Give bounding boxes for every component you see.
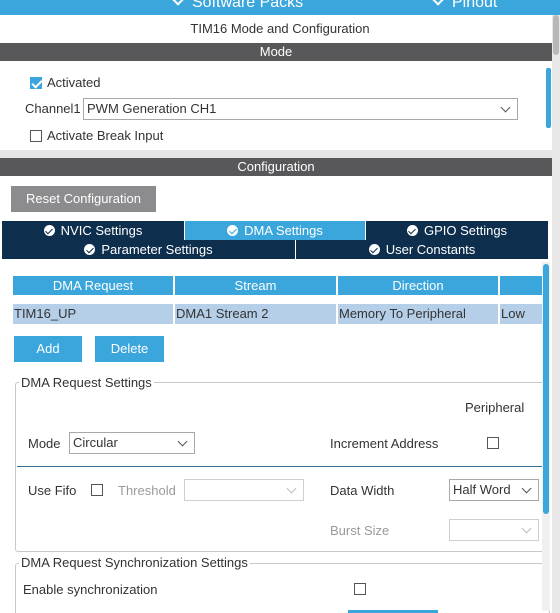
chevron-down-icon [177,436,188,447]
chevron-down-icon [521,483,532,494]
check-circle-icon [227,225,239,236]
mode-section-header: Mode [0,43,552,61]
mode-label: Mode [28,436,61,451]
tab-gpio-settings-label: GPIO Settings [423,223,508,238]
settings-divider [17,466,545,467]
config-scrollbar-thumb[interactable] [543,264,549,514]
check-circle-icon [84,244,96,255]
mode-panel: Activated Channel1 PWM Generation CH1 Ac… [0,61,552,150]
activate-break-input-label: Activate Break Input [47,128,164,143]
tab-user-constants-label: User Constants [385,242,476,257]
page-scrollbar[interactable] [552,15,560,613]
config-tabs-row-1: NVIC Settings DMA Settings GPIO Settings [2,221,548,240]
dma-sync-settings-legend: DMA Request Synchronization Settings [19,555,250,570]
configuration-section-header: Configuration [0,158,552,176]
column-header-direction[interactable]: Direction [338,276,498,295]
tab-user-constants[interactable]: User Constants [296,240,548,259]
channel1-label: Channel1 [25,101,81,116]
channel1-select[interactable]: PWM Generation CH1 [83,98,518,120]
chevron-down-icon [500,102,511,113]
data-width-select-value: Half Word [453,482,511,497]
page-scrollbar-thumb[interactable] [553,15,559,55]
tab-parameter-settings-label: Parameter Settings [101,242,213,257]
column-header-stream[interactable]: Stream [175,276,336,295]
burst-size-label: Burst Size [330,523,390,538]
enable-synchronization-label: Enable synchronization [23,582,158,597]
column-header-dma-request[interactable]: DMA Request [13,276,173,295]
enable-synchronization-checkbox[interactable] [354,583,366,595]
tab-dma-settings-label: DMA Settings [244,223,323,238]
table-cell-priority: Low [500,304,542,324]
check-circle-icon [43,225,55,236]
mode-scrollbar-thumb[interactable] [546,68,551,128]
column-header-priority[interactable] [500,276,542,295]
tab-software-packs[interactable]: Software Packs [172,0,304,12]
chevron-down-icon [286,483,297,494]
delete-button[interactable]: Delete [95,336,164,362]
add-button[interactable]: Add [14,336,82,362]
table-cell-direction: Memory To Peripheral [338,304,498,324]
tab-gpio-settings[interactable]: GPIO Settings [366,221,548,240]
channel1-select-value: PWM Generation CH1 [87,101,217,116]
activate-break-input-checkbox[interactable] [30,130,42,142]
tab-pinout-label: Pinout [452,0,498,11]
peripheral-column-header: Peripheral [465,400,525,415]
mode-scrollbar[interactable] [545,62,552,148]
dma-request-settings-legend: DMA Request Settings [19,375,154,390]
mode-select-value: Circular [73,435,118,450]
check-circle-icon [406,225,418,236]
use-fifo-label: Use Fifo [28,483,77,498]
activated-checkbox[interactable] [30,77,42,89]
tab-pinout[interactable]: Pinout [432,0,498,12]
threshold-label: Threshold [118,483,176,498]
chevron-down-icon [172,0,184,6]
tab-nvic-settings[interactable]: NVIC Settings [2,221,184,240]
check-circle-icon [368,244,380,255]
increment-address-label: Increment Address [330,436,439,451]
tab-parameter-settings[interactable]: Parameter Settings [2,240,295,259]
table-cell-dma-request: TIM16_UP [13,304,173,324]
mode-select[interactable]: Circular [69,432,195,454]
data-width-select[interactable]: Half Word [449,479,539,501]
config-tabs-row-2: Parameter Settings User Constants [2,240,548,259]
use-fifo-checkbox[interactable] [91,484,103,496]
top-navigation-bar: Software Packs Pinout [0,0,560,15]
chevron-down-icon [432,0,444,6]
config-scrollbar[interactable] [542,262,550,611]
table-cell-stream: DMA1 Stream 2 [175,304,336,324]
tab-dma-settings[interactable]: DMA Settings [185,221,365,240]
burst-size-select[interactable] [449,519,539,541]
tab-software-packs-label: Software Packs [192,0,304,11]
panel-title: TIM16 Mode and Configuration [190,21,370,36]
increment-address-checkbox[interactable] [487,437,499,449]
threshold-select[interactable] [184,479,304,501]
reset-configuration-button[interactable]: Reset Configuration [11,186,156,212]
data-width-label: Data Width [330,483,395,498]
tab-nvic-settings-label: NVIC Settings [60,223,143,238]
section-divider [0,150,552,158]
chevron-down-icon [521,523,532,534]
activated-label: Activated [47,75,101,90]
